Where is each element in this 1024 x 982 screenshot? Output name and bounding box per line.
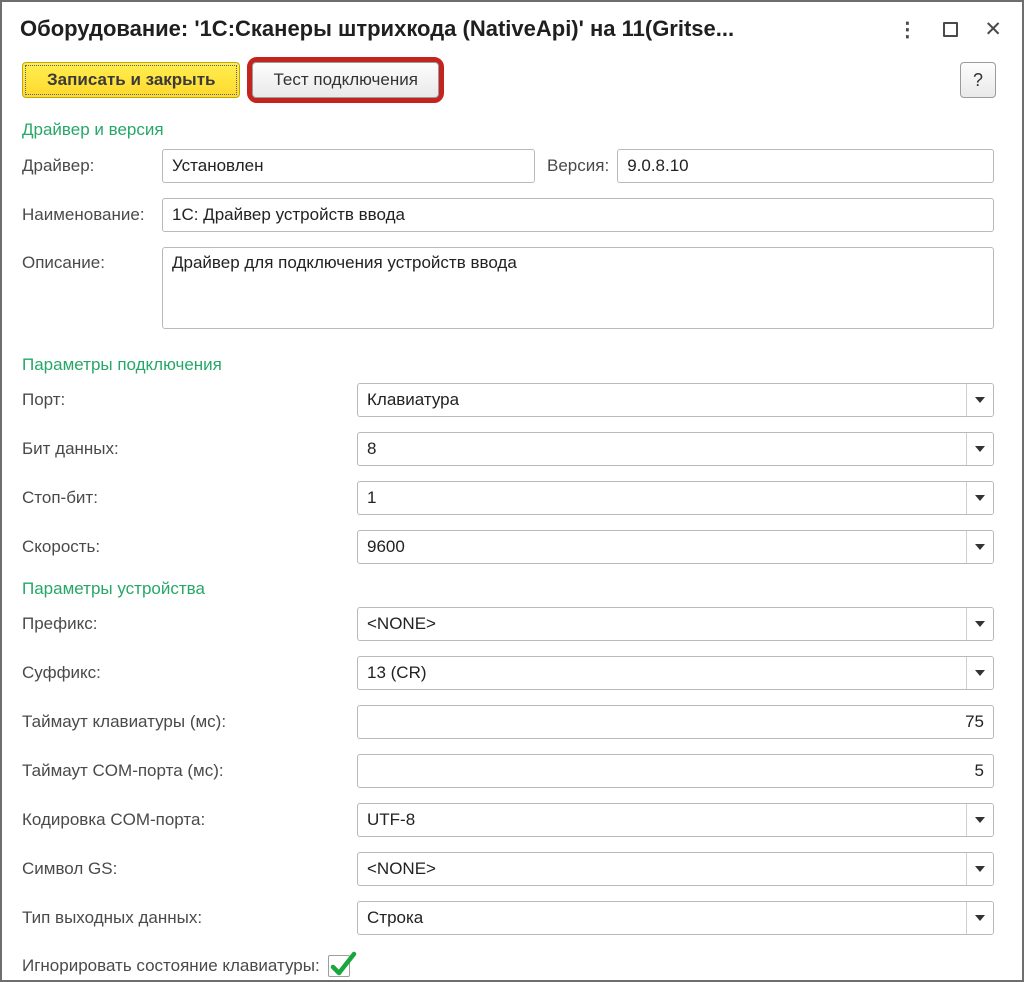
speed-select[interactable]: 9600	[357, 530, 994, 564]
speed-row: Скорость: 9600	[22, 530, 994, 564]
port-label: Порт:	[22, 390, 357, 410]
keyboard-timeout-input[interactable]: 75	[357, 705, 994, 739]
equipment-dialog-window: Оборудование: '1С:Сканеры штрихкода (Nat…	[0, 0, 1024, 982]
ignore-keyboard-state-label: Игнорировать состояние клавиатуры:	[22, 956, 320, 976]
section-driver-version: Драйвер и версия	[22, 120, 994, 140]
red-highlight-annotation: Тест подключения	[247, 57, 443, 103]
description-row: Описание: Драйвер для подключения устрой…	[22, 247, 994, 329]
suffix-row: Суффикс: 13 (CR)	[22, 656, 994, 690]
close-icon[interactable]: ✕	[984, 17, 1002, 42]
data-bits-dropdown-button[interactable]	[966, 433, 993, 465]
help-button[interactable]: ?	[960, 62, 996, 98]
window-title: Оборудование: '1С:Сканеры штрихкода (Nat…	[20, 16, 897, 42]
chevron-down-icon	[975, 495, 985, 501]
name-label: Наименование:	[22, 205, 162, 225]
ignore-keyboard-state-checkbox[interactable]	[328, 955, 350, 977]
version-input[interactable]: 9.0.8.10	[617, 149, 994, 183]
gs-symbol-label: Символ GS:	[22, 859, 357, 879]
test-connection-button[interactable]: Тест подключения	[252, 62, 438, 98]
prefix-row: Префикс: <NONE>	[22, 607, 994, 641]
stop-bit-dropdown-button[interactable]	[966, 482, 993, 514]
stop-bit-label: Стоп-бит:	[22, 488, 357, 508]
com-timeout-row: Таймаут COM-порта (мс): 5	[22, 754, 994, 788]
suffix-dropdown-button[interactable]	[966, 657, 993, 689]
checkmark-icon	[330, 949, 358, 977]
output-type-label: Тип выходных данных:	[22, 908, 357, 928]
titlebar: Оборудование: '1С:Сканеры штрихкода (Nat…	[2, 2, 1022, 56]
chevron-down-icon	[975, 670, 985, 676]
maximize-icon	[943, 22, 958, 37]
data-bits-label: Бит данных:	[22, 439, 357, 459]
gs-symbol-dropdown-button[interactable]	[966, 853, 993, 885]
description-textarea[interactable]: Драйвер для подключения устройств ввода	[162, 247, 994, 329]
output-type-select[interactable]: Строка	[357, 901, 994, 935]
data-bits-select[interactable]: 8	[357, 432, 994, 466]
prefix-select[interactable]: <NONE>	[357, 607, 994, 641]
name-row: Наименование: 1С: Драйвер устройств ввод…	[22, 198, 994, 232]
driver-row: Драйвер: Установлен Версия: 9.0.8.10	[22, 149, 994, 183]
com-timeout-label: Таймаут COM-порта (мс):	[22, 761, 357, 781]
stop-bit-row: Стоп-бит: 1	[22, 481, 994, 515]
section-device-params: Параметры устройства	[22, 579, 994, 599]
form-content: Драйвер и версия Драйвер: Установлен Вер…	[2, 120, 1022, 977]
chevron-down-icon	[975, 866, 985, 872]
driver-input[interactable]: Установлен	[162, 149, 535, 183]
maximize-button[interactable]	[943, 22, 958, 37]
prefix-label: Префикс:	[22, 614, 357, 634]
port-select[interactable]: Клавиатура	[357, 383, 994, 417]
keyboard-timeout-row: Таймаут клавиатуры (мс): 75	[22, 705, 994, 739]
version-label: Версия:	[547, 156, 609, 176]
gs-symbol-select[interactable]: <NONE>	[357, 852, 994, 886]
com-timeout-input[interactable]: 5	[357, 754, 994, 788]
com-encoding-label: Кодировка COM-порта:	[22, 810, 357, 830]
chevron-down-icon	[975, 544, 985, 550]
chevron-down-icon	[975, 446, 985, 452]
description-label: Описание:	[22, 247, 162, 273]
suffix-label: Суффикс:	[22, 663, 357, 683]
window-controls: ⋮ ✕	[897, 17, 1008, 42]
output-type-dropdown-button[interactable]	[966, 902, 993, 934]
prefix-dropdown-button[interactable]	[966, 608, 993, 640]
chevron-down-icon	[975, 915, 985, 921]
output-type-row: Тип выходных данных: Строка	[22, 901, 994, 935]
suffix-select[interactable]: 13 (CR)	[357, 656, 994, 690]
com-encoding-select[interactable]: UTF-8	[357, 803, 994, 837]
com-encoding-dropdown-button[interactable]	[966, 804, 993, 836]
chevron-down-icon	[975, 397, 985, 403]
port-row: Порт: Клавиатура	[22, 383, 994, 417]
more-menu-icon[interactable]: ⋮	[897, 17, 917, 42]
name-input[interactable]: 1С: Драйвер устройств ввода	[162, 198, 994, 232]
stop-bit-select[interactable]: 1	[357, 481, 994, 515]
speed-dropdown-button[interactable]	[966, 531, 993, 563]
speed-label: Скорость:	[22, 537, 357, 557]
chevron-down-icon	[975, 817, 985, 823]
keyboard-timeout-label: Таймаут клавиатуры (мс):	[22, 712, 357, 732]
port-dropdown-button[interactable]	[966, 384, 993, 416]
ignore-keyboard-state-row: Игнорировать состояние клавиатуры:	[22, 955, 994, 977]
save-and-close-button[interactable]: Записать и закрыть	[22, 62, 240, 98]
data-bits-row: Бит данных: 8	[22, 432, 994, 466]
section-connection-params: Параметры подключения	[22, 355, 994, 375]
gs-symbol-row: Символ GS: <NONE>	[22, 852, 994, 886]
com-encoding-row: Кодировка COM-порта: UTF-8	[22, 803, 994, 837]
driver-label: Драйвер:	[22, 156, 162, 176]
chevron-down-icon	[975, 621, 985, 627]
toolbar: Записать и закрыть Тест подключения ?	[2, 56, 1022, 108]
